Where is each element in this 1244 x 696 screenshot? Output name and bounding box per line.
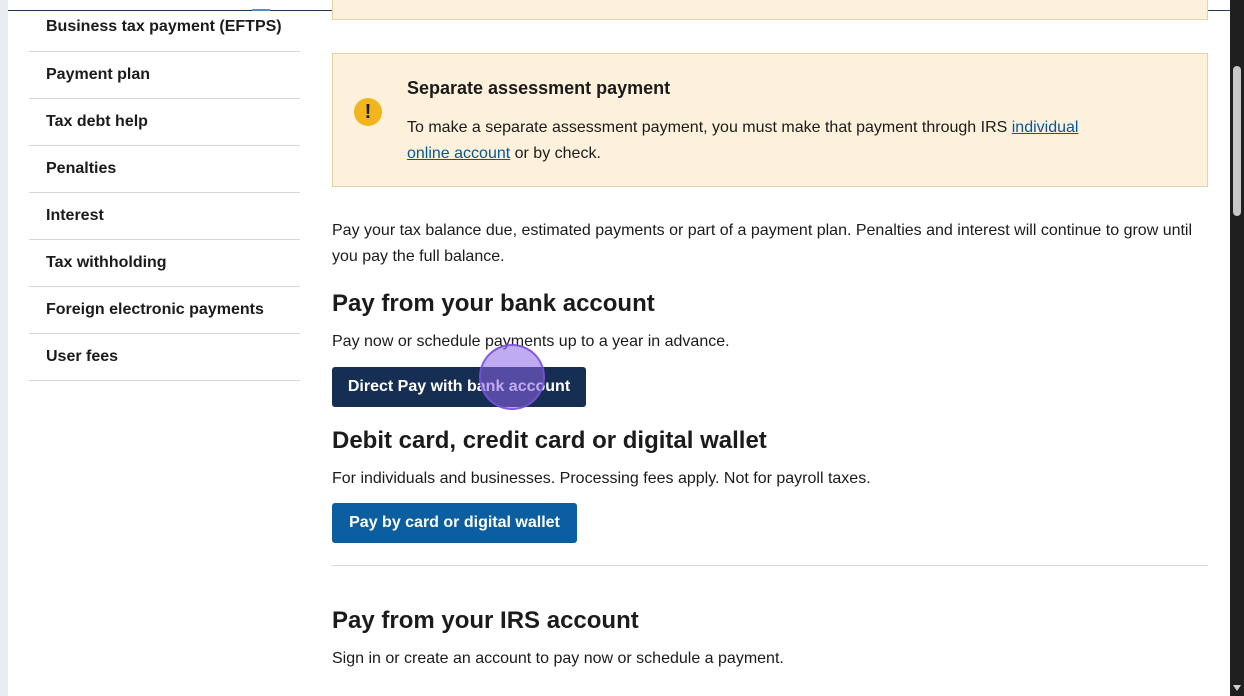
sidebar-item-penalties[interactable]: Penalties — [29, 146, 300, 193]
sidebar-item-foreign-electronic-payments[interactable]: Foreign electronic payments — [29, 287, 300, 334]
irs-account-subtext: Sign in or create an account to pay now … — [332, 650, 784, 667]
sidebar-item-tax-withholding[interactable]: Tax withholding — [29, 240, 300, 287]
link-text: individual — [1011, 119, 1079, 136]
sidebar-item-label: User fees — [46, 348, 119, 365]
bank-account-subtext: Pay now or schedule payments up to a yea… — [332, 333, 730, 350]
link-text: online account — [407, 145, 511, 162]
sidebar-item-interest[interactable]: Interest — [29, 193, 300, 240]
alert-body: To make a separate assessment payment, y… — [407, 115, 1107, 167]
bank-account-heading: Pay from your bank account — [332, 290, 655, 317]
sidebar-item-label: Interest — [46, 207, 104, 224]
card-subtext: For individuals and businesses. Processi… — [332, 470, 871, 487]
sidebar-item-user-fees[interactable]: User fees — [29, 334, 300, 381]
direct-pay-button[interactable]: Direct Pay with bank account — [332, 367, 586, 407]
intro-text: Pay your tax balance due, estimated paym… — [332, 222, 1193, 265]
sidebar-item-tax-debt-help[interactable]: Tax debt help — [29, 99, 300, 146]
exclamation-circle-icon: ! — [354, 98, 382, 126]
alert-body-text: To make a separate assessment payment, y… — [407, 119, 1012, 136]
scrollbar-thumb[interactable] — [1233, 66, 1241, 216]
sidebar-item-payment-plan[interactable]: Payment plan — [29, 52, 300, 99]
sidebar-item-label: Foreign electronic payments — [46, 301, 264, 318]
page: Business tax payment (EFTPS) Payment pla… — [8, 0, 1230, 696]
sidebar-item-label: Business tax payment (EFTPS) — [46, 18, 282, 35]
sidebar-item-label: Penalties — [46, 160, 117, 177]
sidebar-item-label: Tax debt help — [46, 113, 148, 130]
vertical-scrollbar[interactable] — [1230, 0, 1244, 696]
pay-by-card-button[interactable]: Pay by card or digital wallet — [332, 503, 577, 543]
previous-alert-box — [332, 0, 1208, 20]
sidebar-item-label: Tax withholding — [46, 254, 167, 271]
section-divider — [332, 565, 1208, 566]
scroll-down-arrow-icon[interactable] — [1233, 685, 1241, 691]
alert-body-text: or by check. — [510, 145, 601, 162]
card-heading: Debit card, credit card or digital walle… — [332, 427, 767, 454]
irs-account-heading: Pay from your IRS account — [332, 607, 639, 634]
sidebar-item-business-tax-payment[interactable]: Business tax payment (EFTPS) — [29, 3, 300, 52]
sidebar-item-label: Payment plan — [46, 66, 151, 83]
separate-assessment-alert: ! Separate assessment payment To make a … — [332, 53, 1208, 187]
sidebar-nav: Business tax payment (EFTPS) Payment pla… — [29, 3, 300, 381]
alert-title: Separate assessment payment — [407, 78, 671, 98]
